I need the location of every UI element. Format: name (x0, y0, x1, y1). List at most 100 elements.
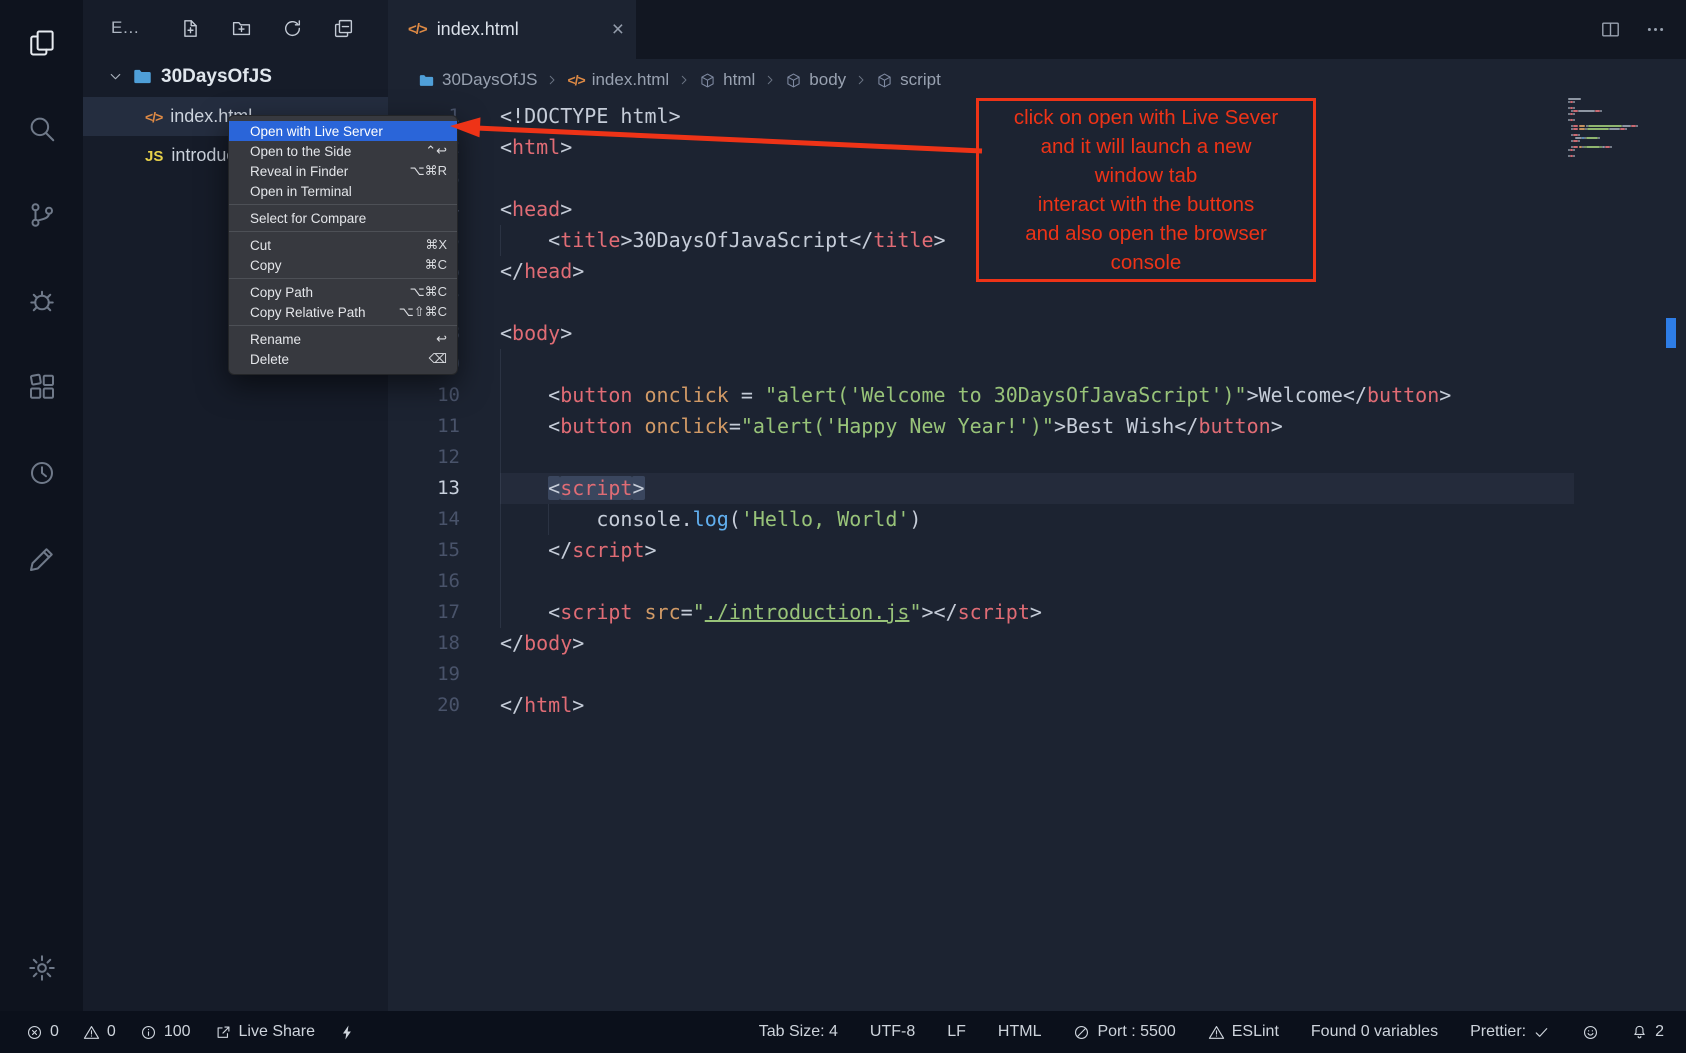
tab-close-icon[interactable]: × (612, 19, 624, 40)
refresh-icon[interactable] (282, 18, 303, 39)
activity-source-control-button[interactable] (0, 172, 83, 258)
breadcrumb-item-html[interactable]: html (699, 70, 755, 90)
activity-feedback-button[interactable] (0, 516, 83, 602)
status-0[interactable]: 0 (26, 1023, 59, 1041)
html-file-icon: </> (145, 106, 162, 127)
indent-guide (500, 473, 501, 504)
port-icon (1073, 1024, 1090, 1041)
menu-item-delete[interactable]: Delete⌫ (229, 349, 457, 369)
activity-search-button[interactable] (0, 86, 83, 172)
js-file-icon: JS (145, 145, 163, 166)
line-number: 18 (388, 628, 460, 659)
symbol-cube-icon (876, 72, 893, 89)
minimap[interactable] (1568, 98, 1660, 157)
breadcrumb: 30DaysOfJS </>index.html html body script (388, 59, 1686, 101)
code-line-9[interactable]: 9 (388, 349, 1686, 380)
breadcrumb-item-body[interactable]: body (785, 70, 846, 90)
menu-item-copy-relative-path[interactable]: Copy Relative Path⌥⇧⌘C (229, 302, 457, 322)
status-live-share[interactable]: Live Share (215, 1023, 316, 1041)
status-tab-size-4[interactable]: Tab Size: 4 (759, 1023, 838, 1041)
menu-separator (229, 204, 457, 205)
code-line-10[interactable]: 10 <button onclick = "alert('Welcome to … (388, 380, 1686, 411)
menu-item-copy[interactable]: Copy⌘C (229, 255, 457, 275)
menu-item-select-for-compare[interactable]: Select for Compare (229, 208, 457, 228)
activity-settings-button[interactable] (0, 925, 83, 1011)
source-control-icon (27, 200, 57, 230)
code-line-11[interactable]: 11 <button onclick="alert('Happy New Yea… (388, 411, 1686, 442)
symbol-cube-icon (785, 72, 802, 89)
code-line-15[interactable]: 15 </script> (388, 535, 1686, 566)
menu-shortcut: ⌘C (425, 257, 447, 273)
status-eslint[interactable]: ESLint (1208, 1023, 1279, 1041)
code-line-14[interactable]: 14 console.log('Hello, World') (388, 504, 1686, 535)
code-line-13[interactable]: 13 <script> (388, 473, 1686, 504)
status-lightning[interactable] (339, 1024, 356, 1041)
code-line-8[interactable]: 8<body> (388, 318, 1686, 349)
line-number: 20 (388, 690, 460, 721)
menu-shortcut: ⌘X (425, 237, 447, 253)
status-lf[interactable]: LF (947, 1023, 966, 1041)
status-0[interactable]: 0 (83, 1023, 116, 1041)
split-editor-icon[interactable] (1600, 19, 1621, 40)
check-icon (1533, 1024, 1550, 1041)
status-utf-8[interactable]: UTF-8 (870, 1023, 915, 1041)
feedback-icon (27, 544, 57, 574)
activity-history-button[interactable] (0, 430, 83, 516)
line-number: 13 (388, 473, 460, 504)
chevron-down-icon (107, 68, 124, 85)
menu-item-reveal-in-finder[interactable]: Reveal in Finder⌥⌘R (229, 161, 457, 181)
code-line-7[interactable]: 7 (388, 287, 1686, 318)
menu-item-open-in-terminal[interactable]: Open in Terminal (229, 181, 457, 201)
code-line-20[interactable]: 20</html> (388, 690, 1686, 721)
code-line-17[interactable]: 17 <script src="./introduction.js"></scr… (388, 597, 1686, 628)
indent-guide (500, 349, 501, 380)
status-2[interactable]: 2 (1631, 1023, 1664, 1041)
status-found-0-variables[interactable]: Found 0 variables (1311, 1023, 1438, 1041)
indent-guide (500, 442, 501, 473)
collapse-all-icon[interactable] (333, 18, 354, 39)
code-line-12[interactable]: 12 (388, 442, 1686, 473)
status-html[interactable]: HTML (998, 1023, 1042, 1041)
menu-item-copy-path[interactable]: Copy Path⌥⌘C (229, 282, 457, 302)
breadcrumb-item-index-html[interactable]: </>index.html (567, 70, 669, 90)
indent-guide (500, 380, 501, 411)
folder-icon (418, 72, 435, 89)
activity-extensions-button[interactable] (0, 344, 83, 430)
code-line-16[interactable]: 16 (388, 566, 1686, 597)
indent-guide (500, 411, 501, 442)
line-number: 14 (388, 504, 460, 535)
breadcrumb-item-script[interactable]: script (876, 70, 941, 90)
folder-row-30daysofjs[interactable]: 30DaysOfJS (83, 56, 388, 97)
activity-explorer-button[interactable] (0, 0, 83, 86)
menu-item-open-to-the-side[interactable]: Open to the Side⌃↩ (229, 141, 457, 161)
folder-icon (132, 66, 153, 87)
chevron-right-icon (763, 73, 777, 87)
menu-item-open-with-live-server[interactable]: Open with Live Server (229, 121, 457, 141)
activity-run-debug-button[interactable] (0, 258, 83, 344)
explorer-title: E… (111, 18, 139, 38)
status-right-group: Tab Size: 4 UTF-8 LF HTML Port : 5500 ESLint F… (759, 1023, 1664, 1041)
status-100[interactable]: 100 (140, 1023, 191, 1041)
breadcrumb-item-30daysofjs[interactable]: 30DaysOfJS (418, 70, 537, 90)
status-prettier[interactable]: Prettier: (1470, 1023, 1550, 1041)
line-number: 16 (388, 566, 460, 597)
more-actions-icon[interactable] (1645, 19, 1666, 40)
menu-separator (229, 325, 457, 326)
indent-guide (500, 597, 501, 628)
menu-shortcut: ⌃↩ (425, 143, 447, 159)
code-line-18[interactable]: 18</body> (388, 628, 1686, 659)
indent-guide (500, 566, 501, 597)
info-icon (140, 1024, 157, 1041)
menu-item-cut[interactable]: Cut⌘X (229, 235, 457, 255)
status-smiley[interactable] (1582, 1024, 1599, 1041)
menu-item-rename[interactable]: Rename↩ (229, 329, 457, 349)
vscode-window: E… 30DaysOfJS </>index.htmlJSintroductio… (0, 0, 1686, 1053)
menu-shortcut: ⌥⌘C (410, 284, 447, 300)
code-line-19[interactable]: 19 (388, 659, 1686, 690)
activity-bar-bottom (0, 925, 83, 1011)
tab-index-html[interactable]: </> index.html × (388, 0, 636, 59)
new-file-icon[interactable] (180, 18, 201, 39)
bell-icon (1631, 1024, 1648, 1041)
status-port-5500[interactable]: Port : 5500 (1073, 1023, 1175, 1041)
new-folder-icon[interactable] (231, 18, 252, 39)
